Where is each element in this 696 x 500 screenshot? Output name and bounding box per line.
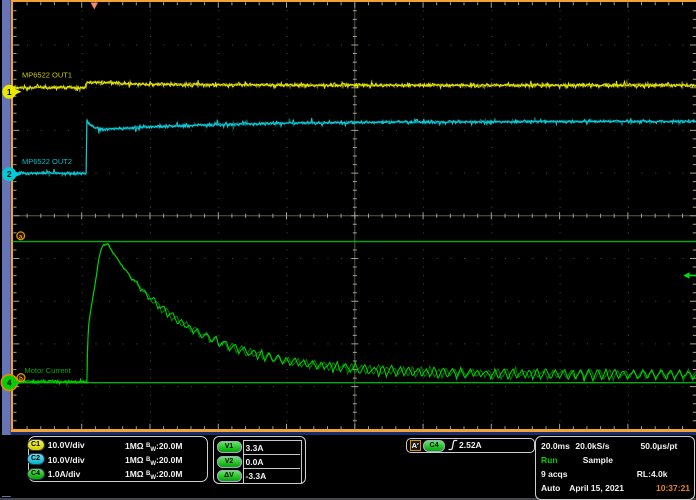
svg-text:2: 2 [7, 169, 12, 179]
svg-text:1: 1 [7, 87, 12, 97]
svg-text:MP6522 OUT1: MP6522 OUT1 [22, 71, 72, 80]
svg-text:a: a [19, 234, 23, 241]
svg-text:MP6522 OUT2: MP6522 OUT2 [22, 157, 72, 166]
svg-text:b: b [19, 375, 23, 382]
svg-text:4: 4 [7, 378, 12, 388]
svg-text:Motor Current: Motor Current [25, 366, 72, 375]
